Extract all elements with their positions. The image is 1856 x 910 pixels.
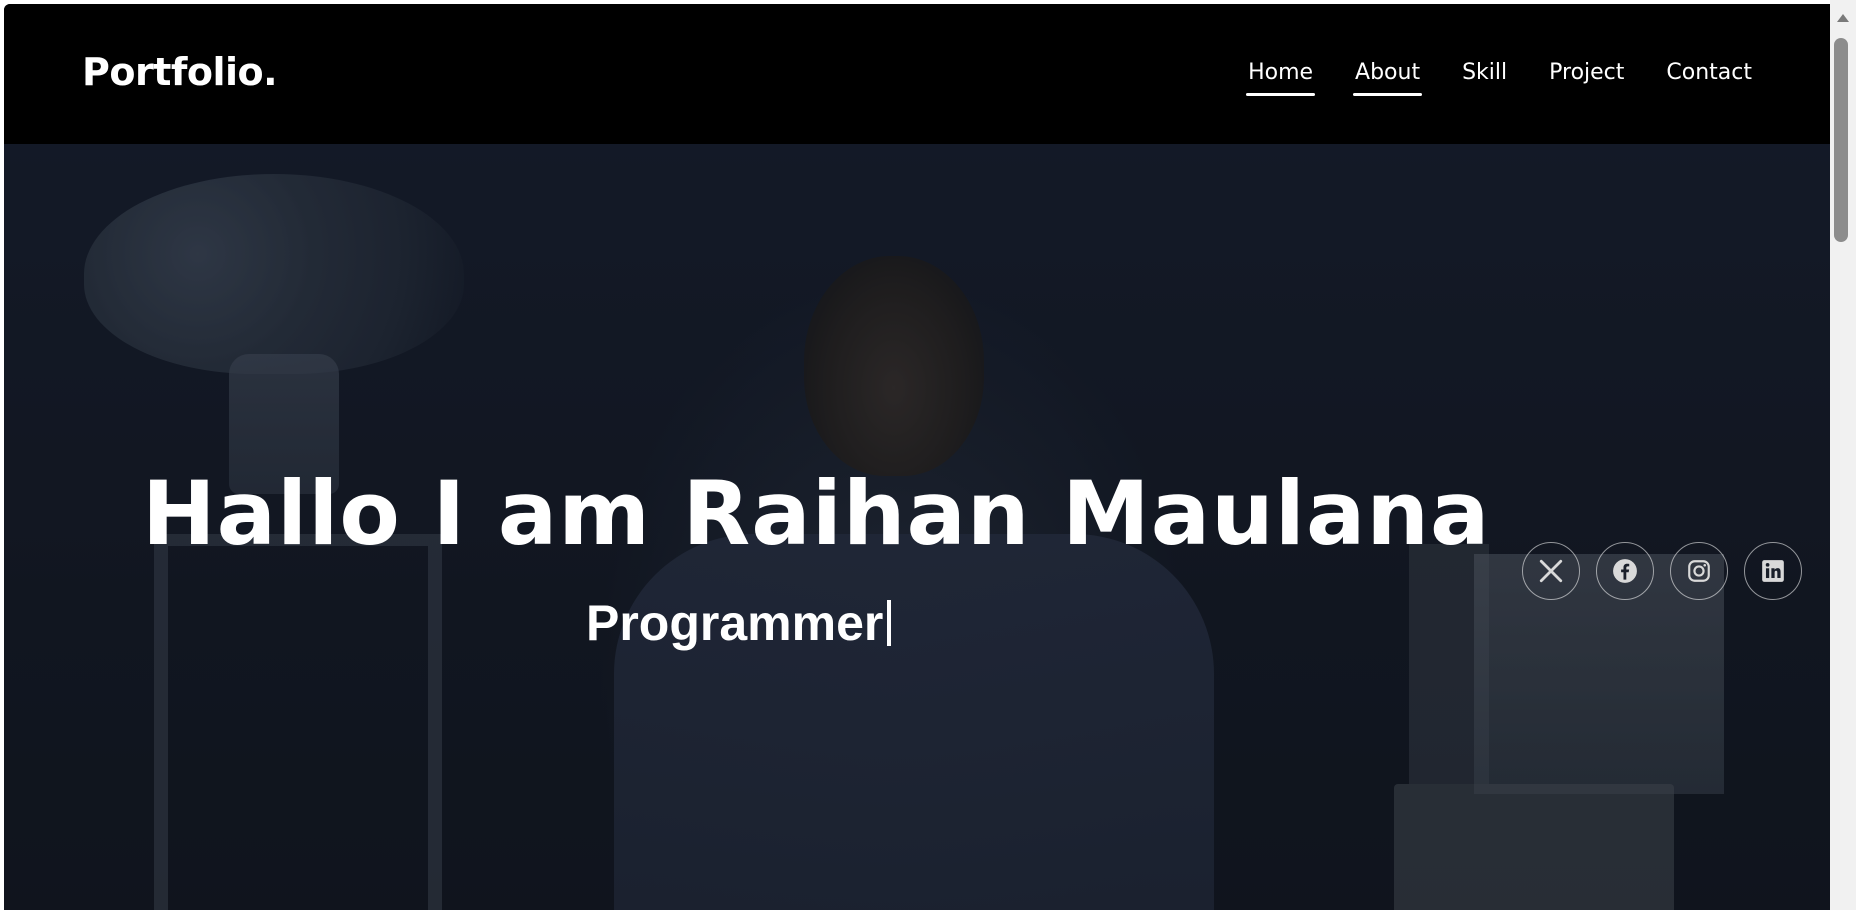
x-twitter-link[interactable] (1522, 542, 1580, 600)
hero-section: Hallo I am Raihan Maulana Programmer (4, 144, 1830, 910)
site-logo[interactable]: Portfolio. (82, 50, 278, 94)
hero-title: Hallo I am Raihan Maulana (142, 462, 1491, 565)
scrollbar-thumb[interactable] (1834, 38, 1848, 242)
hero-subtitle: Programmer (586, 594, 892, 652)
site-header: Portfolio. Home About Skill Project Cont… (4, 4, 1830, 144)
nav-item-skill[interactable]: Skill (1462, 60, 1507, 93)
linkedin-icon (1762, 560, 1784, 582)
main-nav: Home About Skill Project Contact (1206, 60, 1752, 96)
scroll-up-arrow-icon[interactable] (1837, 14, 1849, 22)
social-links (1522, 542, 1818, 600)
nav-item-contact[interactable]: Contact (1666, 60, 1752, 93)
x-twitter-icon (1539, 559, 1563, 583)
nav-item-project[interactable]: Project (1549, 60, 1624, 93)
nav-item-about[interactable]: About (1353, 60, 1423, 96)
typing-caret (887, 600, 892, 646)
facebook-link[interactable] (1596, 542, 1654, 600)
facebook-icon (1613, 559, 1637, 583)
instagram-icon (1688, 560, 1710, 582)
instagram-link[interactable] (1670, 542, 1728, 600)
typed-role-text: Programmer (586, 595, 884, 651)
nav-item-home[interactable]: Home (1246, 60, 1315, 96)
linkedin-link[interactable] (1744, 542, 1802, 600)
browser-viewport: Portfolio. Home About Skill Project Cont… (4, 4, 1830, 910)
vertical-scrollbar[interactable] (1830, 0, 1856, 910)
